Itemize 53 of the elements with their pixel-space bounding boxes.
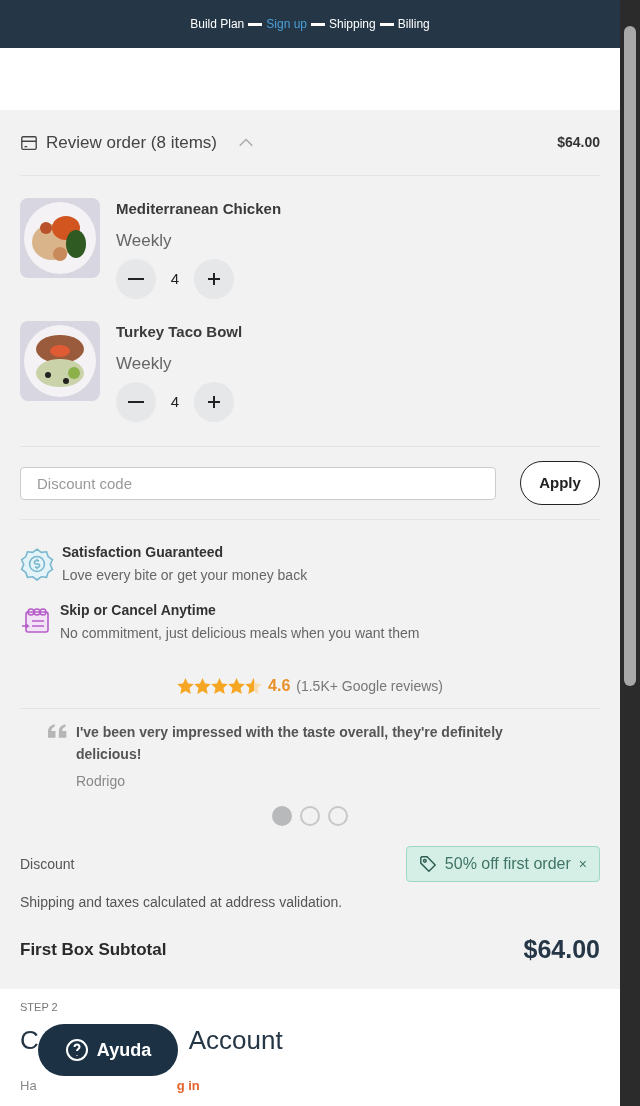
star-icon: [211, 678, 229, 694]
testimonial-quote: I've been very impressed with the taste overall, they're definitely delicious!: [76, 723, 504, 764]
meal-frequency: Weekly: [116, 352, 173, 375]
shipping-note: Shipping and taxes calculated at address validation.: [20, 893, 344, 912]
heading-fragment: Account: [188, 1024, 283, 1057]
remove-discount-button[interactable]: ×: [578, 853, 587, 875]
subtotal-label: First Box Subtotal: [20, 939, 167, 961]
benefit-title: Skip or Cancel Anytime: [60, 601, 217, 620]
minus-icon: [128, 401, 144, 403]
progress-step[interactable]: Billing: [397, 15, 430, 33]
quantity: 4: [169, 391, 181, 412]
star-icon: [177, 678, 195, 694]
increase-button[interactable]: [194, 382, 234, 422]
increase-button[interactable]: [194, 259, 234, 299]
progress-step[interactable]: Sign up: [266, 15, 307, 33]
quantity: 4: [169, 268, 181, 289]
benefit-description: No commitment, just delicious meals when you want them: [60, 624, 420, 643]
discount-label: Discount: [20, 854, 75, 874]
benefit-title: Satisfaction Guaranteed: [62, 543, 225, 562]
decrease-button[interactable]: [116, 259, 156, 299]
minus-icon: [128, 278, 144, 280]
progress-step[interactable]: Build Plan: [190, 15, 245, 33]
badge-dollar-icon: [20, 547, 54, 581]
order-total: $64.00: [557, 133, 600, 152]
plus-icon: [206, 394, 222, 410]
review-order-title[interactable]: Review order (8 items): [46, 129, 217, 156]
help-icon: [64, 1038, 89, 1062]
star-icon: [228, 678, 246, 694]
benefit-description: Love every bite or get your money back: [62, 566, 308, 585]
decrease-button[interactable]: [116, 382, 156, 422]
login-link-fragment[interactable]: g in: [176, 1076, 200, 1096]
scrollbar[interactable]: [620, 0, 640, 1106]
box-icon: [20, 133, 38, 152]
help-button[interactable]: Ayuda: [38, 1024, 178, 1076]
meal-frequency: Weekly: [116, 229, 173, 252]
apply-button[interactable]: Apply: [520, 461, 600, 505]
quote-icon: [48, 724, 68, 738]
login-prompt-fragment: Ha: [20, 1077, 37, 1095]
step-label: STEP 2: [20, 999, 59, 1015]
subtotal-value: $64.00: [523, 934, 600, 965]
meal-name: Turkey Taco Bowl: [116, 322, 243, 342]
star-icon: [194, 678, 212, 694]
star-icon: [245, 678, 263, 694]
discount-tag-text: 50% off first order: [444, 854, 571, 874]
meal-name: Mediterranean Chicken: [116, 199, 282, 219]
progress-step[interactable]: Shipping: [329, 15, 376, 33]
rating-score: 4.6: [268, 676, 291, 696]
testimonial-author: Rodrigo: [76, 772, 127, 791]
discount-code-field[interactable]: Discount code: [20, 466, 496, 500]
tag-icon: [418, 855, 437, 873]
review-count: (1.5K+ Google reviews): [296, 676, 443, 696]
plus-icon: [206, 271, 222, 287]
heading-fragment: C: [20, 1024, 39, 1057]
